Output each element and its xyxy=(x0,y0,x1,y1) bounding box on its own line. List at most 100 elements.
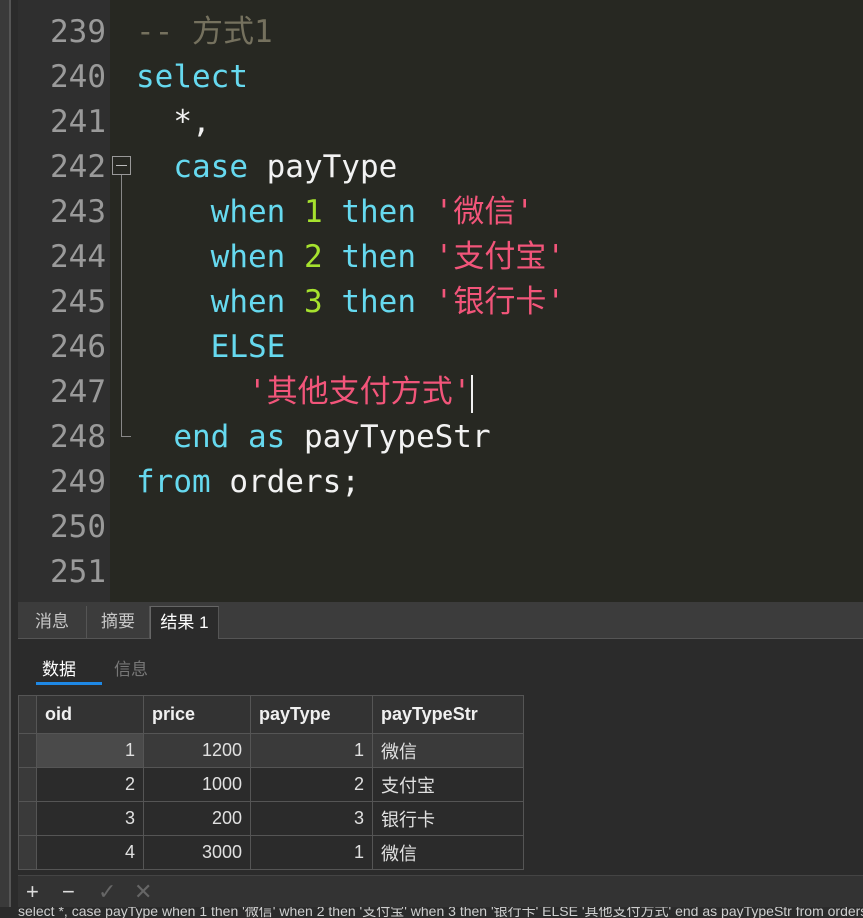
code-line[interactable]: 247 '其他支付方式' xyxy=(18,370,863,415)
apply-changes-icon[interactable]: ✓ xyxy=(98,879,116,905)
code-token: '微信' xyxy=(434,194,534,230)
table-cell[interactable]: 1 xyxy=(250,733,373,768)
subtab-info[interactable]: 信息 xyxy=(114,655,148,680)
code-text: when 3 then '银行卡' xyxy=(136,280,565,325)
text-cursor xyxy=(471,374,474,413)
line-number: 244 xyxy=(50,239,106,275)
code-line[interactable]: 246 ELSE xyxy=(18,325,863,370)
code-line[interactable]: 244 when 2 then '支付宝' xyxy=(18,235,863,280)
subtab-data[interactable]: 数据 xyxy=(42,655,76,680)
code-text: when 1 then '微信' xyxy=(136,190,534,235)
table-cell[interactable]: 微信 xyxy=(372,835,524,870)
code-line[interactable]: 243 when 1 then '微信' xyxy=(18,190,863,235)
line-number: 247 xyxy=(50,374,106,410)
sql-editor[interactable]: 239 -- 方式1 240 select 241 *, 242 case payType… xyxy=(18,0,863,602)
code-token: -- 方式1 xyxy=(136,14,273,50)
line-number: 240 xyxy=(50,59,106,95)
line-number: 248 xyxy=(50,419,106,455)
fold-guide-end xyxy=(121,436,131,437)
result-tab-bar: 消息 摘要 结果 1 xyxy=(18,602,863,639)
code-line[interactable]: 240 select xyxy=(18,55,863,100)
column-header-oid[interactable]: oid xyxy=(36,695,144,734)
table-cell[interactable]: 3 xyxy=(250,801,373,836)
line-number: 242 xyxy=(50,149,106,185)
code-token: case xyxy=(173,149,248,185)
code-token: 2 xyxy=(303,239,323,275)
column-header-paytype[interactable]: payType xyxy=(250,695,373,734)
code-token: orders; xyxy=(210,464,360,500)
code-text: -- 方式1 xyxy=(136,10,273,55)
table-cell[interactable]: 1000 xyxy=(143,767,251,802)
code-text: '其他支付方式' xyxy=(136,370,474,415)
code-line[interactable]: 248 end as payTypeStr xyxy=(18,415,863,460)
code-token: select xyxy=(136,59,248,95)
table-cell[interactable]: 3000 xyxy=(143,835,251,870)
line-number: 250 xyxy=(50,509,106,545)
fold-collapse-icon[interactable] xyxy=(112,156,131,175)
tab-summary[interactable]: 摘要 xyxy=(87,606,150,638)
code-line[interactable]: 251 xyxy=(18,550,863,595)
table-row[interactable]: 3 200 3 银行卡 xyxy=(18,801,524,836)
code-token: *, xyxy=(136,104,211,140)
line-number: 246 xyxy=(50,329,106,365)
line-number: 249 xyxy=(50,464,106,500)
fold-guide-line xyxy=(121,175,122,437)
row-selector[interactable] xyxy=(18,801,37,836)
code-token: as xyxy=(248,419,286,455)
table-cell[interactable]: 银行卡 xyxy=(372,801,524,836)
code-text: case payType xyxy=(136,145,397,190)
discard-changes-icon[interactable]: ✕ xyxy=(134,879,152,905)
code-token: then xyxy=(341,239,416,275)
code-token: then xyxy=(341,194,416,230)
tab-messages[interactable]: 消息 xyxy=(18,606,87,638)
code-text: from orders; xyxy=(136,460,360,505)
row-selector[interactable] xyxy=(18,733,37,768)
code-token: when xyxy=(210,284,286,320)
code-line[interactable]: 241 *, xyxy=(18,100,863,145)
table-row[interactable]: 4 3000 1 微信 xyxy=(18,835,524,870)
code-line[interactable]: 242 case payType xyxy=(18,145,863,190)
column-header-price[interactable]: price xyxy=(143,695,251,734)
row-header-corner xyxy=(18,695,37,734)
result-grid: oid price payType payTypeStr 1 1200 1 微信 2 10… xyxy=(18,695,524,870)
tab-result-1[interactable]: 结果 1 xyxy=(150,606,219,639)
table-cell[interactable]: 支付宝 xyxy=(372,767,524,802)
add-record-icon[interactable]: + xyxy=(26,879,39,905)
table-cell[interactable]: 微信 xyxy=(372,733,524,768)
left-panel-divider[interactable] xyxy=(9,0,11,918)
table-cell[interactable]: 2 xyxy=(250,767,373,802)
table-cell[interactable]: 1200 xyxy=(143,733,251,768)
code-token: ELSE xyxy=(210,329,286,365)
column-header-paytypestr[interactable]: payTypeStr xyxy=(372,695,524,734)
delete-record-icon[interactable]: − xyxy=(62,879,75,905)
line-number: 245 xyxy=(50,284,106,320)
table-row[interactable]: 1 1200 1 微信 xyxy=(18,733,524,768)
table-cell[interactable]: 1 xyxy=(36,733,144,768)
table-cell[interactable]: 3 xyxy=(36,801,144,836)
table-cell[interactable]: 4 xyxy=(36,835,144,870)
table-cell[interactable]: 200 xyxy=(143,801,251,836)
code-token: from xyxy=(136,464,211,500)
table-cell[interactable]: 2 xyxy=(36,767,144,802)
row-selector[interactable] xyxy=(18,767,37,802)
table-row[interactable]: 2 1000 2 支付宝 xyxy=(18,767,524,802)
status-bar: select *, case payType when 1 then '微信' … xyxy=(0,907,863,918)
code-line[interactable]: 239 -- 方式1 xyxy=(18,10,863,55)
code-text: select xyxy=(136,55,248,100)
row-selector[interactable] xyxy=(18,835,37,870)
code-line[interactable]: 249 from orders; xyxy=(18,460,863,505)
code-line[interactable]: 250 xyxy=(18,505,863,550)
line-number: 251 xyxy=(50,554,106,590)
code-line[interactable]: 245 when 3 then '银行卡' xyxy=(18,280,863,325)
code-token: when xyxy=(210,194,286,230)
table-cell[interactable]: 1 xyxy=(250,835,373,870)
